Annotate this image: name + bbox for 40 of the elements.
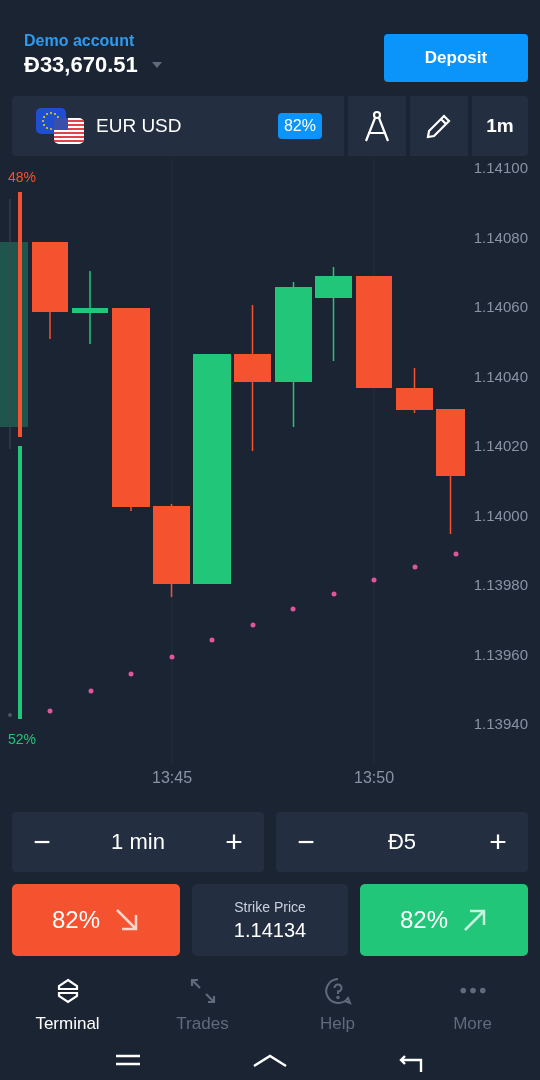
payout-badge: 82% — [277, 113, 322, 139]
pencil-icon[interactable] — [410, 96, 468, 156]
strike-label: Strike Price — [234, 898, 306, 915]
flags-icon — [34, 106, 86, 146]
time-label: 13:50 — [354, 769, 395, 787]
price-label: 1.14020 — [473, 437, 528, 454]
price-label: 1.13940 — [473, 715, 528, 732]
price-label: 1.13980 — [473, 576, 528, 593]
caret-icon[interactable] — [151, 62, 162, 68]
asset-name: EUR USD — [96, 115, 183, 137]
arrow-up-right-icon — [462, 907, 488, 933]
price-label: 1.14060 — [473, 298, 528, 315]
price-label: 1.14080 — [473, 228, 528, 246]
sell-share: 48% — [8, 169, 37, 185]
stepper-value: Đ5 — [387, 829, 417, 855]
arrow-down-right-icon — [114, 907, 140, 933]
help-icon — [322, 976, 353, 1006]
time-label: 13:45 — [152, 769, 193, 787]
timeframe-button[interactable]: 1m — [472, 96, 528, 156]
candle — [396, 367, 433, 414]
more-icon — [459, 987, 486, 994]
minus-button[interactable]: − — [22, 825, 62, 859]
stepper-field[interactable]: − Đ5 + — [276, 812, 528, 872]
back-icon[interactable] — [398, 1052, 425, 1072]
price-label: 1.14100 — [473, 159, 528, 176]
stepper-value: 1 min — [111, 829, 165, 855]
plus-button[interactable]: + — [478, 825, 518, 859]
minus-button[interactable]: − — [286, 825, 326, 859]
nav-tab[interactable]: Terminal — [0, 972, 135, 1042]
balance[interactable]: Đ33,670.51 — [24, 52, 138, 78]
account-label: Demo account — [24, 32, 136, 50]
price-label: 1.14040 — [473, 367, 528, 385]
buy-share: 52% — [8, 731, 37, 747]
price-label: 1.14000 — [473, 506, 528, 524]
strike-value: 1.14134 — [233, 918, 307, 942]
plus-button[interactable]: + — [214, 825, 254, 859]
price-label: 1.13960 — [473, 645, 528, 663]
compass-icon[interactable] — [348, 96, 406, 156]
asset-selector[interactable]: EUR USD 82% — [12, 96, 344, 156]
stepper-field[interactable]: − 1 min + — [12, 812, 264, 872]
